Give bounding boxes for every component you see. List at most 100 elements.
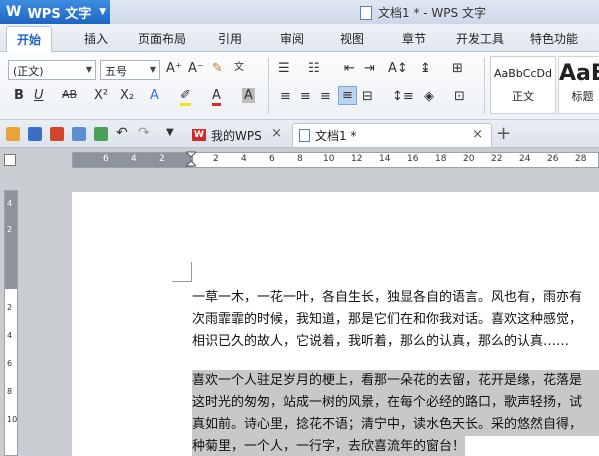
open-folder-icon[interactable] [6,127,20,141]
paragraph-1[interactable]: 一草一木，一花一叶，各自生长，独显各自的语言。风也有，雨亦有 次雨霏霏的时候，我… [192,287,599,353]
font-size-select[interactable]: 五号 ▼ [100,60,160,80]
doc-tab-my-wps[interactable]: W 我的WPS × [186,123,290,147]
ruler-number: 20 [463,154,475,164]
table-icon[interactable]: ⊞ [452,61,463,76]
app-menu-button[interactable]: W WPS 文字 ▼ [0,0,110,24]
indent-marker-icon[interactable] [186,148,196,170]
text-line: 一草一木，一花一叶，各自生长，独显各自的语言。风也有，雨亦有 [192,290,583,305]
paragraph-shading-icon[interactable]: ◈ [424,89,434,104]
numbered-list-icon[interactable]: ☷ [308,61,320,76]
customize-dropdown-icon[interactable]: ▼ [166,127,174,138]
char-scaling-icon[interactable]: A↕ [388,61,408,76]
bold-icon[interactable]: B [14,88,24,103]
shrink-font-icon[interactable]: A⁻ [188,61,204,76]
bullet-list-icon[interactable]: ☰ [278,61,290,76]
close-icon[interactable]: × [472,127,483,142]
margin-corner-mark [172,262,192,282]
tab-developer[interactable]: 开发工具 [456,30,504,47]
print-preview-icon[interactable] [94,127,108,141]
character-shading-icon[interactable]: A [242,88,255,103]
tab-insert[interactable]: 插入 [84,30,108,47]
ruler-number: 6 [269,154,275,164]
strikethrough-icon[interactable]: AB [62,88,77,101]
grow-font-icon[interactable]: A⁺ [166,61,182,76]
ruler-number: 6 [7,359,13,368]
ruler-number: 10 [7,415,18,424]
style-heading[interactable]: AaB 标题 [558,56,599,114]
style-sample: AaB [559,61,599,86]
ribbon-toolbar: (正文) ▼ 五号 ▼ A⁺ A⁻ ✎ 文 B U AB X² X₂ A ✐ A… [0,52,599,120]
font-name-select[interactable]: (正文) ▼ [8,60,96,80]
quick-access-bar: ↶ ↷ ▼ W 我的WPS × 文档1 * × + [0,120,599,148]
tab-home[interactable]: 开始 [6,26,53,52]
title-bar: W WPS 文字 ▼ 文档1 * - WPS 文字 [0,0,599,24]
style-normal[interactable]: AaBbCcDd 正文 [490,56,556,114]
new-tab-icon[interactable]: + [496,123,511,144]
window-title-text: 文档1 * - WPS 文字 [378,6,486,20]
highlight-icon[interactable]: ✐ [180,88,191,106]
ruler-number: 8 [297,154,303,164]
justify-icon[interactable]: ≡ [338,86,357,105]
ruler-number: 24 [519,154,531,164]
ruler-margin: 6 4 2 [73,153,193,167]
style-name: 正文 [512,90,534,103]
doc-tab-document1[interactable]: 文档1 * × [292,123,492,147]
tab-special-features[interactable]: 特色功能 [530,30,578,47]
style-name: 标题 [571,90,594,103]
chevron-down-icon: ▼ [85,65,92,74]
align-left-icon[interactable]: ≡ [280,89,291,104]
tab-review[interactable]: 审阅 [280,30,304,47]
sort-icon[interactable]: ↨ [420,61,431,76]
text-line: 真如前。诗心里，捻花不语；清宁中，读水色天长。采的悠然自得， [192,414,599,436]
export-pdf-icon[interactable] [50,127,64,141]
app-button-label: WPS 文字 [27,6,92,22]
document-icon [360,5,372,20]
ruler-number: 28 [575,154,587,164]
ruler-number: 14 [379,154,391,164]
save-icon[interactable] [28,127,42,141]
horizontal-ruler-area: 6 4 2 2 4 6 8 10 12 14 16 18 20 22 24 26… [0,148,599,170]
decrease-indent-icon[interactable]: ⇤ [344,61,355,76]
paragraph-2-selected[interactable]: 喜欢一个人驻足岁月的梗上，看那一朵花的去留，花开是缘，花落是 这时光的匆匆，站成… [192,370,599,456]
wps-logo-icon: W [6,4,22,20]
vertical-ruler[interactable]: 4 2 2 4 6 8 10 [4,190,18,456]
chevron-down-icon: ▼ [99,7,107,17]
increase-indent-icon[interactable]: ⇥ [364,61,375,76]
print-icon[interactable] [72,127,86,141]
clear-format-icon[interactable]: ✎ [212,61,223,76]
distribute-icon[interactable]: ⊟ [362,89,373,104]
close-icon[interactable]: × [271,126,282,141]
font-color-icon[interactable]: A [212,88,221,106]
tab-references[interactable]: 引用 [218,30,242,47]
align-right-icon[interactable]: ≡ [320,89,331,104]
horizontal-ruler[interactable]: 6 4 2 2 4 6 8 10 12 14 16 18 20 22 24 26… [72,152,599,168]
doc-tab-label: 我的WPS [211,128,262,143]
ruler-number: 4 [7,199,13,208]
phonetic-guide-icon[interactable]: 文 [234,58,244,73]
ribbon-tabs: 开始 插入 页面布局 引用 审阅 视图 章节 开发工具 特色功能 [0,24,599,52]
redo-icon[interactable]: ↷ [138,125,150,141]
ruler-number: 6 [103,154,109,164]
undo-icon[interactable]: ↶ [116,125,128,141]
line-spacing-icon[interactable]: ↕≡ [392,89,414,104]
ruler-margin: 4 2 [5,191,17,289]
text-line: 种菊里，一个人，一行字，去欣喜流年的窗台！ [192,436,466,456]
tab-page-layout[interactable]: 页面布局 [138,30,186,47]
tab-stop-selector[interactable] [4,154,16,166]
align-center-icon[interactable]: ≡ [300,89,311,104]
wps-icon: W [192,129,206,141]
subscript-icon[interactable]: X₂ [120,88,134,103]
underline-icon[interactable]: U [34,88,44,103]
border-icon[interactable]: ⊡ [454,89,465,104]
document-icon [299,129,310,142]
text-effect-icon[interactable]: A [150,88,159,103]
ruler-number: 12 [351,154,363,164]
ruler-number: 2 [7,303,13,312]
superscript-icon[interactable]: X² [94,88,108,103]
ruler-number: 2 [7,225,13,234]
tab-view[interactable]: 视图 [340,30,364,47]
style-sample: AaBbCcDd [494,67,552,80]
window-title: 文档1 * - WPS 文字 [360,4,486,21]
tab-chapter[interactable]: 章节 [402,30,426,47]
ruler-number: 4 [7,331,13,340]
